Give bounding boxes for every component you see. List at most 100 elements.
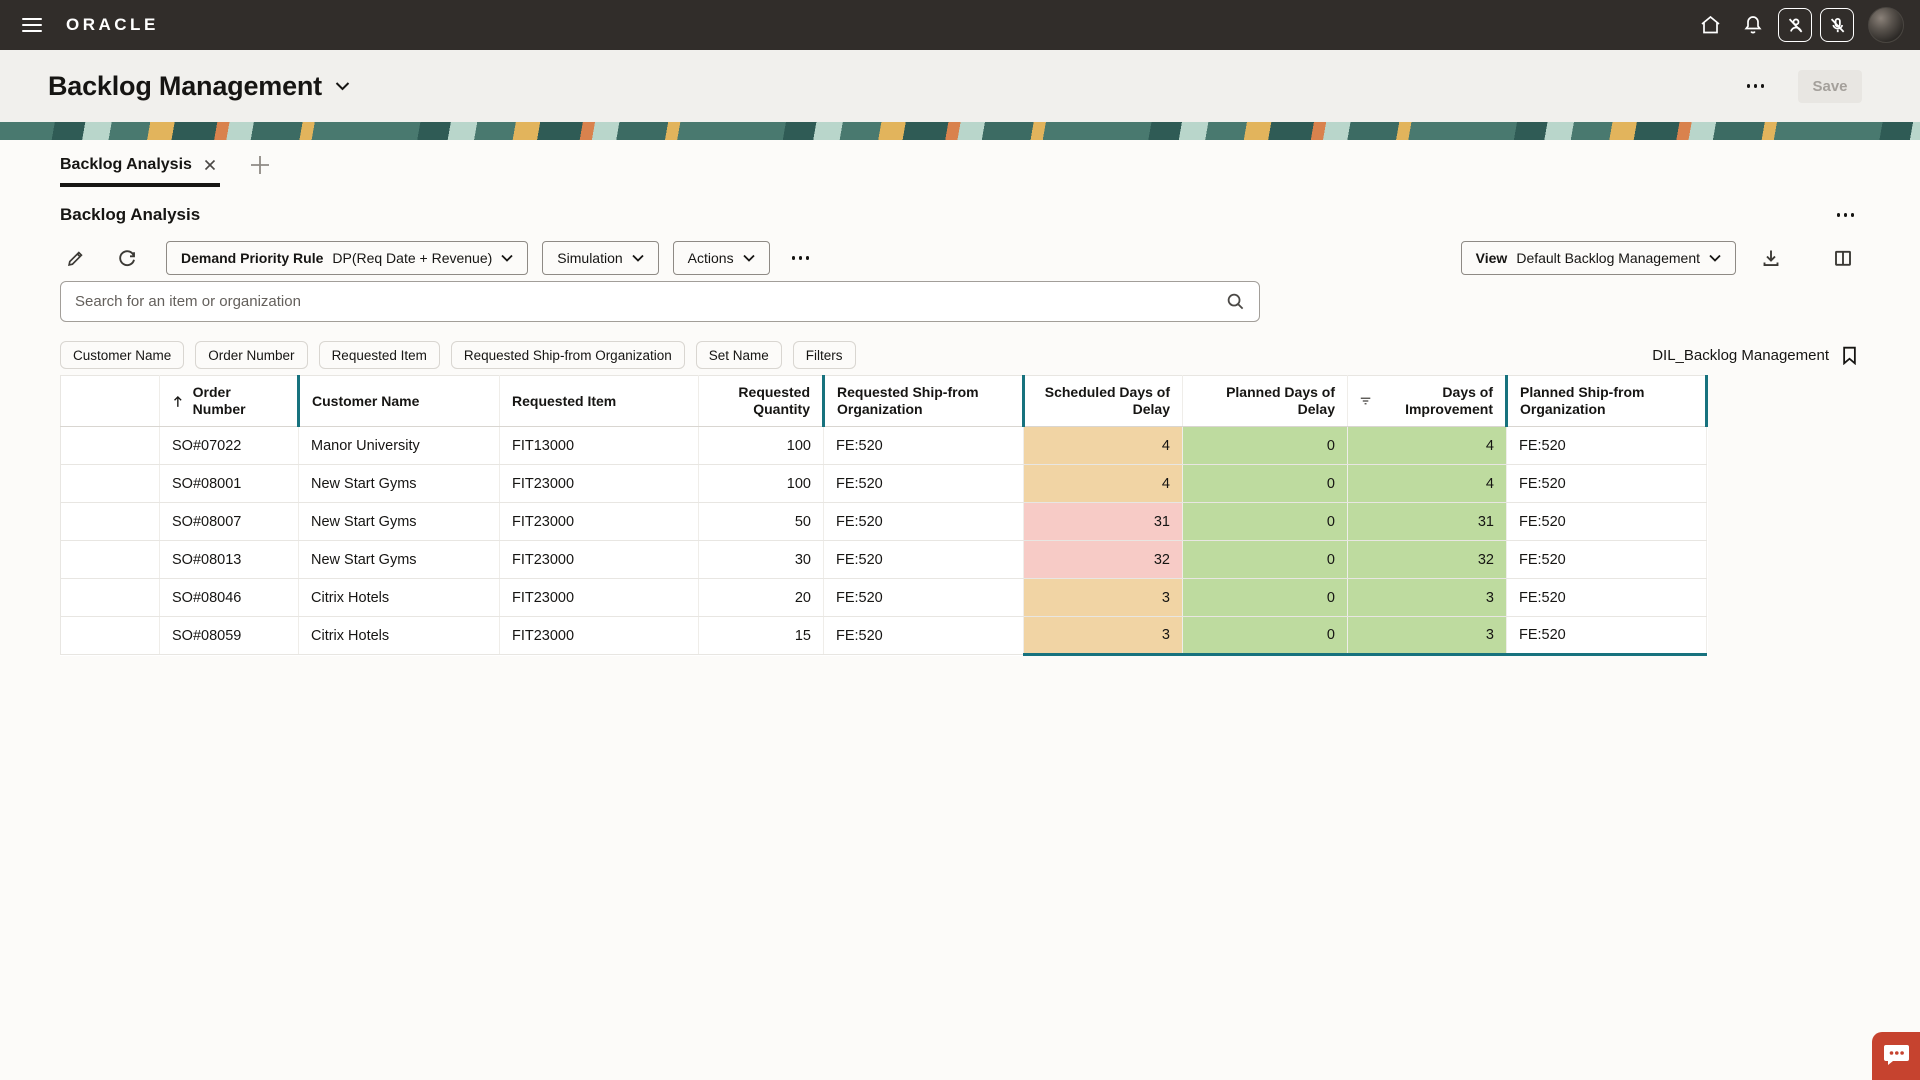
cell-planorg[interactable]: FE:520 — [1507, 579, 1707, 617]
demand-priority-rule-dropdown[interactable]: Demand Priority Rule DP(Req Date + Reven… — [166, 241, 528, 275]
column-header-order-number[interactable]: Order Number — [160, 376, 299, 427]
chip-requested-ship-from-organization[interactable]: Requested Ship-from Organization — [451, 341, 685, 369]
cell-order[interactable]: SO#08046 — [160, 579, 299, 617]
page-title[interactable]: Backlog Management — [48, 71, 350, 102]
cell-qty[interactable]: 15 — [699, 617, 824, 655]
user-avatar[interactable] — [1868, 7, 1904, 43]
column-header-planned-ship-from-organization[interactable]: Planned Ship-from Organization — [1507, 376, 1707, 427]
cell-planorg[interactable]: FE:520 — [1507, 503, 1707, 541]
cell-improve[interactable]: 3 — [1348, 617, 1507, 655]
save-button[interactable]: Save — [1798, 70, 1862, 103]
cell-customer[interactable]: New Start Gyms — [299, 465, 500, 503]
cell-item[interactable]: FIT23000 — [500, 541, 699, 579]
cell-reqorg[interactable]: FE:520 — [824, 503, 1024, 541]
menu-icon[interactable] — [22, 18, 42, 32]
table-row[interactable]: SO#08001New Start GymsFIT23000100FE:5204… — [61, 465, 1707, 503]
cell-order[interactable]: SO#08013 — [160, 541, 299, 579]
cell-planned[interactable]: 0 — [1183, 427, 1348, 465]
cell-planned[interactable]: 0 — [1183, 503, 1348, 541]
person-slash-icon[interactable] — [1778, 8, 1812, 42]
cell-sched[interactable]: 32 — [1024, 541, 1183, 579]
cell-improve[interactable]: 3 — [1348, 579, 1507, 617]
cell-reqorg[interactable]: FE:520 — [824, 617, 1024, 655]
cell-qty[interactable]: 50 — [699, 503, 824, 541]
cell-sel[interactable] — [61, 427, 160, 465]
cell-reqorg[interactable]: FE:520 — [824, 541, 1024, 579]
table-row[interactable]: SO#08007New Start GymsFIT2300050FE:52031… — [61, 503, 1707, 541]
column-header-customer-name[interactable]: Customer Name — [299, 376, 500, 427]
column-header-selector[interactable] — [61, 376, 160, 427]
simulation-dropdown[interactable]: Simulation — [542, 241, 658, 275]
cell-qty[interactable]: 20 — [699, 579, 824, 617]
cell-improve[interactable]: 32 — [1348, 541, 1507, 579]
cell-order[interactable]: SO#08001 — [160, 465, 299, 503]
cell-planned[interactable]: 0 — [1183, 541, 1348, 579]
cell-order[interactable]: SO#08007 — [160, 503, 299, 541]
cell-item[interactable]: FIT23000 — [500, 579, 699, 617]
edit-pencil-icon[interactable] — [60, 243, 90, 273]
toolbar-overflow-menu-icon[interactable] — [788, 252, 814, 264]
cell-sel[interactable] — [61, 541, 160, 579]
cell-customer[interactable]: Manor University — [299, 427, 500, 465]
column-header-requested-quantity[interactable]: Requested Quantity — [699, 376, 824, 427]
home-icon[interactable] — [1699, 14, 1722, 36]
notifications-bell-icon[interactable] — [1742, 14, 1764, 36]
cell-sel[interactable] — [61, 579, 160, 617]
cell-qty[interactable]: 100 — [699, 465, 824, 503]
cell-sched[interactable]: 31 — [1024, 503, 1183, 541]
chat-launcher[interactable] — [1872, 1032, 1920, 1080]
cell-sel[interactable] — [61, 465, 160, 503]
cell-reqorg[interactable]: FE:520 — [824, 579, 1024, 617]
tab-backlog-analysis[interactable]: Backlog Analysis — [60, 150, 220, 187]
cell-item[interactable]: FIT23000 — [500, 503, 699, 541]
column-header-days-of-improvement[interactable]: Days of Improvement — [1348, 376, 1507, 427]
view-dropdown[interactable]: View Default Backlog Management — [1461, 241, 1736, 275]
cell-planorg[interactable]: FE:520 — [1507, 541, 1707, 579]
search-icon[interactable] — [1226, 292, 1245, 311]
column-header-scheduled-days-of-delay[interactable]: Scheduled Days of Delay — [1024, 376, 1183, 427]
cell-item[interactable]: FIT23000 — [500, 617, 699, 655]
panel-overflow-menu-icon[interactable] — [1833, 209, 1859, 221]
close-icon[interactable] — [204, 159, 216, 171]
chip-order-number[interactable]: Order Number — [195, 341, 307, 369]
cell-qty[interactable]: 100 — [699, 427, 824, 465]
download-icon[interactable] — [1756, 243, 1786, 273]
split-view-icon[interactable] — [1828, 243, 1858, 273]
bookmark-icon[interactable] — [1841, 346, 1858, 365]
add-tab-icon[interactable] — [248, 153, 272, 177]
cell-planorg[interactable]: FE:520 — [1507, 617, 1707, 655]
table-row[interactable]: SO#08059Citrix HotelsFIT2300015FE:520303… — [61, 617, 1707, 655]
cell-reqorg[interactable]: FE:520 — [824, 427, 1024, 465]
search-input[interactable] — [75, 293, 1226, 310]
table-row[interactable]: SO#07022Manor UniversityFIT13000100FE:52… — [61, 427, 1707, 465]
cell-sched[interactable]: 4 — [1024, 427, 1183, 465]
cell-improve[interactable]: 31 — [1348, 503, 1507, 541]
cell-sched[interactable]: 3 — [1024, 617, 1183, 655]
column-header-requested-ship-from-organization[interactable]: Requested Ship-from Organization — [824, 376, 1024, 427]
cell-item[interactable]: FIT13000 — [500, 427, 699, 465]
table-row[interactable]: SO#08013New Start GymsFIT2300030FE:52032… — [61, 541, 1707, 579]
cell-sel[interactable] — [61, 503, 160, 541]
mic-slash-icon[interactable] — [1820, 8, 1854, 42]
cell-qty[interactable]: 30 — [699, 541, 824, 579]
table-row[interactable]: SO#08046Citrix HotelsFIT2300020FE:520303… — [61, 579, 1707, 617]
chip-requested-item[interactable]: Requested Item — [319, 341, 440, 369]
cell-sel[interactable] — [61, 617, 160, 655]
refresh-icon[interactable] — [112, 243, 142, 273]
chip-filters[interactable]: Filters — [793, 341, 856, 369]
cell-planned[interactable]: 0 — [1183, 465, 1348, 503]
cell-planned[interactable]: 0 — [1183, 617, 1348, 655]
cell-improve[interactable]: 4 — [1348, 465, 1507, 503]
cell-sched[interactable]: 3 — [1024, 579, 1183, 617]
cell-customer[interactable]: New Start Gyms — [299, 503, 500, 541]
chip-set-name[interactable]: Set Name — [696, 341, 782, 369]
cell-customer[interactable]: Citrix Hotels — [299, 617, 500, 655]
chip-customer-name[interactable]: Customer Name — [60, 341, 184, 369]
cell-planned[interactable]: 0 — [1183, 579, 1348, 617]
cell-item[interactable]: FIT23000 — [500, 465, 699, 503]
cell-sched[interactable]: 4 — [1024, 465, 1183, 503]
cell-improve[interactable]: 4 — [1348, 427, 1507, 465]
cell-customer[interactable]: Citrix Hotels — [299, 579, 500, 617]
cell-customer[interactable]: New Start Gyms — [299, 541, 500, 579]
page-overflow-menu-icon[interactable] — [1743, 80, 1769, 92]
